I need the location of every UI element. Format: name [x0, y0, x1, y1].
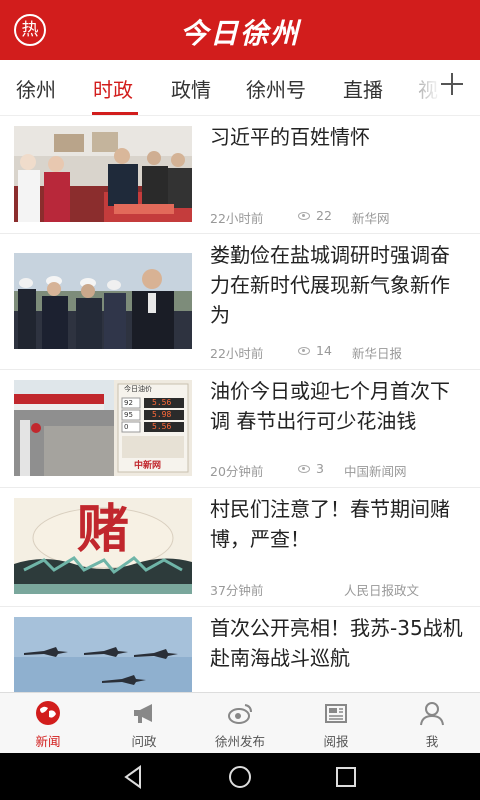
price-value: 5.98 [152, 410, 172, 419]
news-item[interactable]: 首次公开亮相！我苏-35战机赴南海战斗巡航 [0, 607, 480, 692]
recents-icon[interactable] [332, 763, 360, 791]
globe-icon [34, 699, 62, 727]
home-icon[interactable] [226, 763, 254, 791]
plus-icon[interactable] [438, 70, 466, 98]
thumbnail-image: 今日油价 92 95 0 5.56 5.98 5.56 中新网 [14, 380, 192, 476]
article-title[interactable]: 村民们注意了！春节期间赌博，严查！ [210, 494, 466, 554]
article-views: 22 [316, 208, 332, 223]
tab-shizheng[interactable]: 时政 [93, 74, 133, 103]
category-tabs: 徐州 时政 政情 徐州号 直播 视 [0, 60, 480, 116]
article-time: 22小时前 [210, 211, 264, 226]
thumbnail-caption: 中新网 [134, 461, 162, 471]
article-title[interactable]: 习近平的百姓情怀 [210, 122, 466, 152]
article-meta: 20分钟前 3 中国新闻网 [210, 461, 407, 480]
price-value: 5.56 [152, 422, 172, 431]
article-time: 22小时前 [210, 346, 264, 361]
tabs-fade [410, 60, 440, 115]
article-views: 3 [316, 461, 324, 476]
app-header: 热 今日徐州 [0, 0, 480, 60]
article-source: 新华日报 [352, 346, 403, 361]
article-meta: 37分钟前 人民日报政文 [210, 580, 419, 599]
news-item[interactable]: 娄勤俭在盐城调研时强调奋力在新时代展现新气象新作为 22小时前 14 新华日报 [0, 234, 480, 370]
nav-me[interactable]: 我 [384, 699, 480, 750]
tab-xuzhouhao[interactable]: 徐州号 [246, 74, 306, 103]
price-board-label: 95 [124, 411, 133, 419]
article-source: 人民日报政文 [344, 583, 420, 598]
nav-label: 阅报 [323, 734, 349, 749]
article-source: 中国新闻网 [344, 464, 407, 479]
news-item[interactable]: 习近平的百姓情怀 22小时前 22 新华网 [0, 116, 480, 234]
news-item[interactable]: 赌 村民们注意了！春节期间赌博，严查！ 37分钟前 人民日报政文 [0, 488, 480, 607]
thumbnail-image: 赌 [14, 498, 192, 594]
article-time: 20分钟前 [210, 464, 264, 479]
active-tab-indicator [92, 112, 138, 115]
tab-xuzhou[interactable]: 徐州 [16, 74, 56, 103]
article-title[interactable]: 娄勤俭在盐城调研时强调奋力在新时代展现新气象新作为 [210, 240, 466, 330]
price-board-label: 92 [124, 399, 133, 407]
bottom-nav: 新闻 问政 徐州发布 阅报 我 [0, 692, 480, 753]
article-title[interactable]: 油价今日或迎七个月首次下调 春节出行可少花油钱 [210, 376, 466, 436]
article-source: 新华网 [352, 211, 390, 226]
tab-zhibo[interactable]: 直播 [343, 74, 383, 103]
nav-wenzheng[interactable]: 问政 [96, 699, 192, 750]
news-feed[interactable]: 习近平的百姓情怀 22小时前 22 新华网 娄勤俭在盐城调研时强调奋力在新时代展… [0, 116, 480, 692]
article-time: 37分钟前 [210, 583, 264, 598]
article-meta: 22小时前 22 新华网 [210, 208, 390, 227]
user-icon [418, 699, 446, 727]
news-item[interactable]: 今日油价 92 95 0 5.56 5.98 5.56 中新网 油价今日或迎七个… [0, 370, 480, 488]
nav-label: 新闻 [35, 734, 61, 749]
eye-icon [298, 465, 310, 473]
nav-label: 问政 [131, 734, 157, 749]
thumbnail-image [14, 617, 192, 692]
price-board-label: 0 [124, 423, 129, 431]
tab-zhengqing[interactable]: 政情 [171, 74, 211, 103]
eye-icon [298, 212, 310, 220]
thumbnail-image [14, 126, 192, 222]
nav-news[interactable]: 新闻 [0, 699, 96, 750]
nav-label: 徐州发布 [214, 734, 265, 749]
article-meta: 22小时前 14 新华日报 [210, 343, 402, 362]
back-icon[interactable] [120, 763, 148, 791]
price-board-title: 今日油价 [124, 385, 152, 393]
price-value: 5.56 [152, 398, 172, 407]
app-title: 今日徐州 [179, 17, 300, 50]
weibo-icon [226, 699, 254, 727]
article-views: 14 [316, 343, 332, 358]
eye-icon [298, 347, 310, 355]
article-title[interactable]: 首次公开亮相！我苏-35战机赴南海战斗巡航 [210, 613, 466, 673]
newspaper-icon [322, 699, 350, 727]
nav-label: 我 [425, 734, 439, 749]
thumbnail-image [14, 253, 192, 349]
nav-yuebao[interactable]: 阅报 [288, 699, 384, 750]
thumbnail-big-char: 赌 [76, 499, 129, 560]
system-nav-bar [0, 753, 480, 800]
megaphone-icon [130, 699, 158, 727]
nav-xuzhou-fabu[interactable]: 徐州发布 [192, 699, 288, 750]
